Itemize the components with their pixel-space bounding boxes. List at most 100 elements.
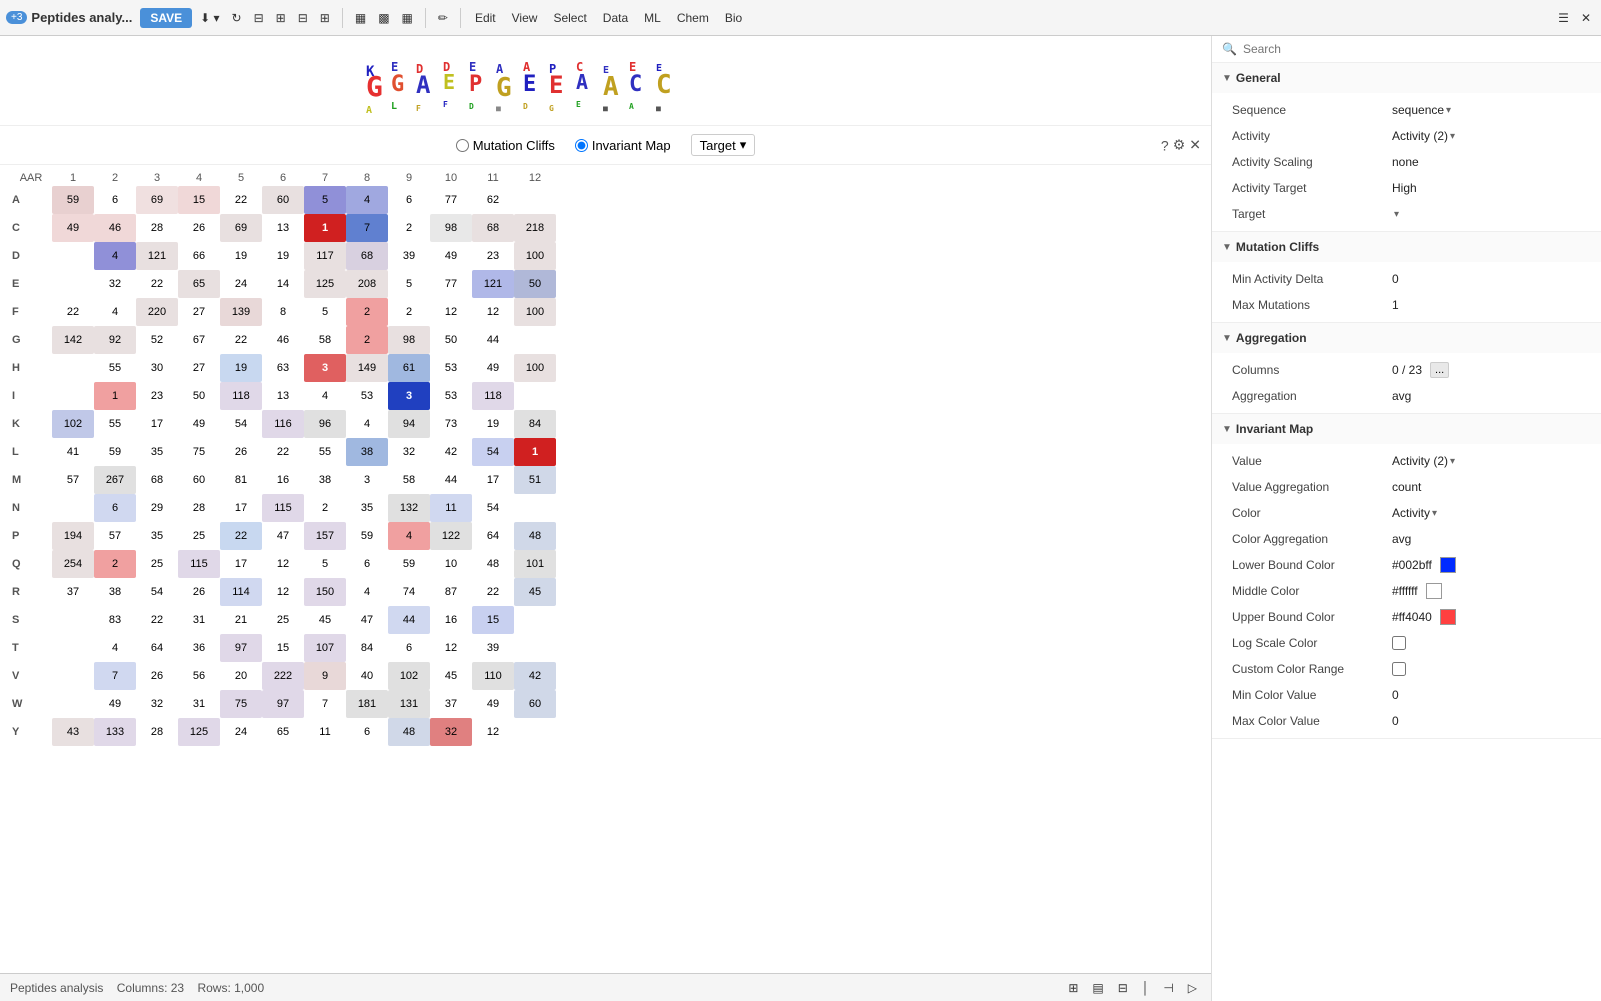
- table-cell[interactable]: 115: [262, 494, 304, 522]
- table-cell[interactable]: 66: [178, 242, 220, 270]
- close-panel-button[interactable]: ✕: [1189, 137, 1201, 154]
- table-cell[interactable]: 2: [346, 326, 388, 354]
- color-dropdown[interactable]: Activity ▾: [1392, 506, 1437, 520]
- table-cell[interactable]: [52, 242, 94, 270]
- grid-view-1-button[interactable]: ⊞: [272, 9, 290, 27]
- table-cell[interactable]: [52, 690, 94, 718]
- table-cell[interactable]: 23: [136, 382, 178, 410]
- search-input[interactable]: [1243, 42, 1591, 56]
- menu-chem[interactable]: Chem: [671, 9, 715, 27]
- table-cell[interactable]: 133: [94, 718, 136, 746]
- table-cell[interactable]: 27: [178, 354, 220, 382]
- activity-dropdown[interactable]: Activity (2) ▾: [1392, 129, 1455, 143]
- layout-2-button[interactable]: ▤: [1088, 979, 1107, 997]
- table-cell[interactable]: 35: [136, 522, 178, 550]
- table-cell[interactable]: 4: [94, 242, 136, 270]
- table-cell[interactable]: 6: [94, 186, 136, 214]
- table-cell[interactable]: 64: [472, 522, 514, 550]
- table-cell[interactable]: 7: [346, 214, 388, 242]
- table-cell[interactable]: 4: [346, 186, 388, 214]
- table-cell[interactable]: 25: [136, 550, 178, 578]
- table-cell[interactable]: 13: [262, 382, 304, 410]
- table-cell[interactable]: 39: [472, 634, 514, 662]
- table-cell[interactable]: 17: [220, 550, 262, 578]
- table-cell[interactable]: 118: [472, 382, 514, 410]
- table-cell[interactable]: 44: [430, 466, 472, 494]
- invariant-map-radio-label[interactable]: Invariant Map: [575, 138, 671, 153]
- table-cell[interactable]: 75: [220, 690, 262, 718]
- table-cell[interactable]: 149: [346, 354, 388, 382]
- table-cell[interactable]: [514, 494, 556, 522]
- table-cell[interactable]: 23: [472, 242, 514, 270]
- table-cell[interactable]: 107: [304, 634, 346, 662]
- table-cell[interactable]: 2: [94, 550, 136, 578]
- table-cell[interactable]: 36: [178, 634, 220, 662]
- table-cell[interactable]: 116: [262, 410, 304, 438]
- target-dropdown[interactable]: Target ▾: [691, 134, 756, 156]
- menu-bio[interactable]: Bio: [719, 9, 748, 27]
- table-cell[interactable]: 22: [220, 326, 262, 354]
- table-cell[interactable]: 40: [346, 662, 388, 690]
- table-cell[interactable]: 19: [220, 354, 262, 382]
- table-cell[interactable]: 44: [472, 326, 514, 354]
- table-cell[interactable]: 61: [388, 354, 430, 382]
- table-cell[interactable]: [52, 494, 94, 522]
- table-cell[interactable]: 69: [220, 214, 262, 242]
- table-cell[interactable]: 22: [472, 578, 514, 606]
- mutation-cliffs-header[interactable]: ▼ Mutation Cliffs: [1212, 232, 1601, 262]
- table-cell[interactable]: 28: [178, 494, 220, 522]
- table-cell[interactable]: 68: [136, 466, 178, 494]
- table-cell[interactable]: 11: [430, 494, 472, 522]
- table-cell[interactable]: [514, 606, 556, 634]
- table-cell[interactable]: 2: [388, 298, 430, 326]
- sequence-value[interactable]: sequence ▾: [1392, 103, 1591, 117]
- middle-color-swatch[interactable]: [1426, 583, 1442, 599]
- table-cell[interactable]: 96: [304, 410, 346, 438]
- target-dropdown-right[interactable]: ▾: [1392, 209, 1399, 220]
- download-button[interactable]: ⬇ ▾: [196, 9, 223, 27]
- table-cell[interactable]: 60: [178, 466, 220, 494]
- table-cell[interactable]: 45: [304, 606, 346, 634]
- lower-bound-value[interactable]: #002bff: [1392, 557, 1591, 573]
- close-window-button[interactable]: ✕: [1577, 9, 1595, 27]
- table-cell[interactable]: 15: [178, 186, 220, 214]
- table-cell[interactable]: 15: [472, 606, 514, 634]
- table-cell[interactable]: 4: [346, 578, 388, 606]
- table-cell[interactable]: 9: [304, 662, 346, 690]
- table-cell[interactable]: 97: [220, 634, 262, 662]
- table-cell[interactable]: 26: [178, 214, 220, 242]
- table-cell[interactable]: 28: [136, 214, 178, 242]
- table-cell[interactable]: 69: [136, 186, 178, 214]
- table-cell[interactable]: 63: [262, 354, 304, 382]
- layout-6-button[interactable]: ▷: [1184, 979, 1201, 997]
- table-cell[interactable]: 74: [388, 578, 430, 606]
- table-cell[interactable]: 5: [304, 186, 346, 214]
- table-cell[interactable]: 12: [430, 298, 472, 326]
- heatmap-container[interactable]: AAR 1 2 3 4 5 6 7 8 9 10 11 12: [0, 165, 1211, 973]
- table-cell[interactable]: 6: [388, 186, 430, 214]
- table-cell[interactable]: 4: [346, 410, 388, 438]
- custom-range-checkbox[interactable]: [1392, 662, 1406, 676]
- table-cell[interactable]: 31: [178, 690, 220, 718]
- menu-data[interactable]: Data: [597, 9, 634, 27]
- table-cell[interactable]: 2: [388, 214, 430, 242]
- invariant-map-header[interactable]: ▼ Invariant Map: [1212, 414, 1601, 444]
- table-cell[interactable]: 7: [304, 690, 346, 718]
- table-cell[interactable]: 47: [262, 522, 304, 550]
- menu-edit[interactable]: Edit: [469, 9, 502, 27]
- table-cell[interactable]: 1: [94, 382, 136, 410]
- table-cell[interactable]: 150: [304, 578, 346, 606]
- table-cell[interactable]: 19: [472, 410, 514, 438]
- table-cell[interactable]: 26: [178, 578, 220, 606]
- table-cell[interactable]: 32: [388, 438, 430, 466]
- table-cell[interactable]: 26: [220, 438, 262, 466]
- table-cell[interactable]: 100: [514, 298, 556, 326]
- table-cell[interactable]: 267: [94, 466, 136, 494]
- save-button[interactable]: SAVE: [140, 8, 192, 28]
- table-cell[interactable]: 42: [514, 662, 556, 690]
- table-cell[interactable]: 49: [178, 410, 220, 438]
- table-cell[interactable]: 3: [346, 466, 388, 494]
- table-cell[interactable]: 60: [262, 186, 304, 214]
- grid-view-3-button[interactable]: ⊞: [316, 9, 334, 27]
- activity-value[interactable]: Activity (2) ▾: [1392, 129, 1591, 143]
